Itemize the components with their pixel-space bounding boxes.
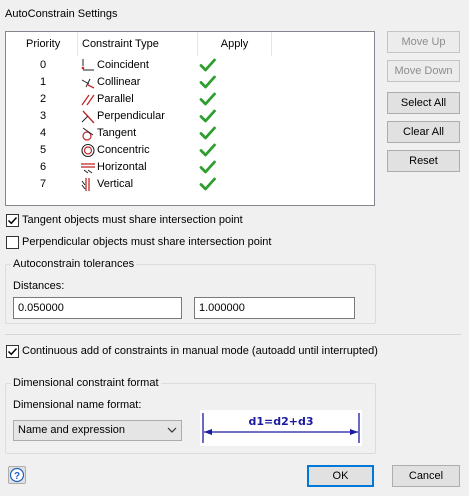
tolerances-group-label: Autoconstrain tolerances (11, 258, 137, 270)
collinear-icon (80, 75, 96, 90)
apply-check-icon[interactable] (199, 74, 217, 90)
distance-tolerance-input[interactable]: 0.050000 (13, 297, 182, 319)
cancel-button[interactable]: Cancel (392, 465, 460, 487)
table-row[interactable]: 3 Perpendicular (6, 108, 276, 125)
tangent-share-checkbox[interactable] (6, 214, 19, 227)
perpendicular-icon (80, 109, 96, 124)
apply-check-icon[interactable] (199, 91, 217, 107)
apply-check-icon[interactable] (199, 142, 217, 158)
table-row[interactable]: 4 Tangent (6, 125, 276, 142)
angle-tolerance-input[interactable]: 1.000000 (194, 297, 355, 319)
header-priority[interactable]: Priority (6, 32, 78, 56)
dimensional-format-group-label: Dimensional constraint format (11, 377, 161, 389)
name-format-dropdown[interactable]: Name and expression (13, 420, 182, 441)
perpendicular-share-checkbox[interactable] (6, 236, 19, 249)
preview-expression: d1=d2+d3 (248, 415, 314, 428)
row-constraint-type: Coincident (97, 59, 149, 71)
ok-button[interactable]: OK (307, 465, 374, 487)
row-priority: 3 (39, 110, 47, 122)
vertical-icon (80, 177, 96, 192)
table-row[interactable]: 1 Collinear (6, 74, 276, 91)
move-up-button[interactable]: Move Up (387, 31, 460, 53)
row-priority: 4 (39, 127, 47, 139)
row-constraint-type: Vertical (97, 178, 134, 190)
checkmark-icon (7, 347, 18, 356)
row-priority: 1 (39, 76, 47, 88)
table-row[interactable]: 7 Vertical (6, 176, 276, 193)
format-preview: d1=d2+d3 (200, 410, 362, 446)
apply-check-icon[interactable] (199, 57, 217, 73)
row-constraint-type: Horizontal (97, 161, 147, 173)
header-constraint-type[interactable]: Constraint Type (78, 32, 198, 56)
apply-check-icon[interactable] (199, 176, 217, 192)
dialog-title: AutoConstrain Settings (5, 8, 118, 20)
move-down-button[interactable]: Move Down (387, 60, 460, 82)
select-all-button[interactable]: Select All (387, 92, 460, 114)
header-apply[interactable]: Apply (198, 32, 272, 56)
concentric-icon (80, 143, 96, 158)
name-format-label: Dimensional name format: (13, 399, 142, 411)
clear-all-button[interactable]: Clear All (387, 121, 460, 143)
help-button[interactable]: ? (8, 466, 26, 484)
table-row[interactable]: 5 Concentric (6, 142, 276, 159)
apply-check-icon[interactable] (199, 159, 217, 175)
row-constraint-type: Concentric (97, 144, 150, 156)
list-header: Priority Constraint Type Apply (6, 32, 374, 56)
parallel-icon (80, 92, 96, 107)
apply-check-icon[interactable] (199, 125, 217, 141)
table-row[interactable]: 2 Parallel (6, 91, 276, 108)
checkmark-icon (7, 216, 18, 225)
row-constraint-type: Perpendicular (97, 110, 165, 122)
apply-check-icon[interactable] (199, 108, 217, 124)
constraint-list[interactable]: Priority Constraint Type Apply 0 Coincide… (5, 31, 375, 206)
row-priority: 0 (39, 59, 47, 71)
continuous-add-label[interactable]: Continuous add of constraints in manual … (22, 345, 378, 357)
table-row[interactable]: 6 Horizontal (6, 159, 276, 176)
chevron-down-icon (167, 421, 177, 447)
row-priority: 6 (39, 161, 47, 173)
row-priority: 2 (39, 93, 47, 105)
continuous-add-checkbox[interactable] (6, 345, 19, 358)
perpendicular-share-label[interactable]: Perpendicular objects must share interse… (22, 236, 271, 248)
table-row[interactable]: 0 Coincident (6, 57, 276, 74)
distances-label: Distances: (13, 280, 65, 292)
row-priority: 7 (39, 178, 47, 190)
coincident-icon (80, 58, 96, 73)
tangent-share-label[interactable]: Tangent objects must share intersection … (22, 214, 243, 226)
svg-text:?: ? (14, 471, 20, 482)
separator (5, 334, 461, 335)
row-priority: 5 (39, 144, 47, 156)
row-constraint-type: Tangent (97, 127, 137, 139)
reset-button[interactable]: Reset (387, 150, 460, 172)
row-constraint-type: Collinear (97, 76, 141, 88)
row-constraint-type: Parallel (97, 93, 134, 105)
horizontal-icon (80, 160, 96, 175)
help-icon: ? (9, 467, 25, 483)
tangent-icon (80, 126, 96, 141)
name-format-value: Name and expression (18, 424, 126, 436)
